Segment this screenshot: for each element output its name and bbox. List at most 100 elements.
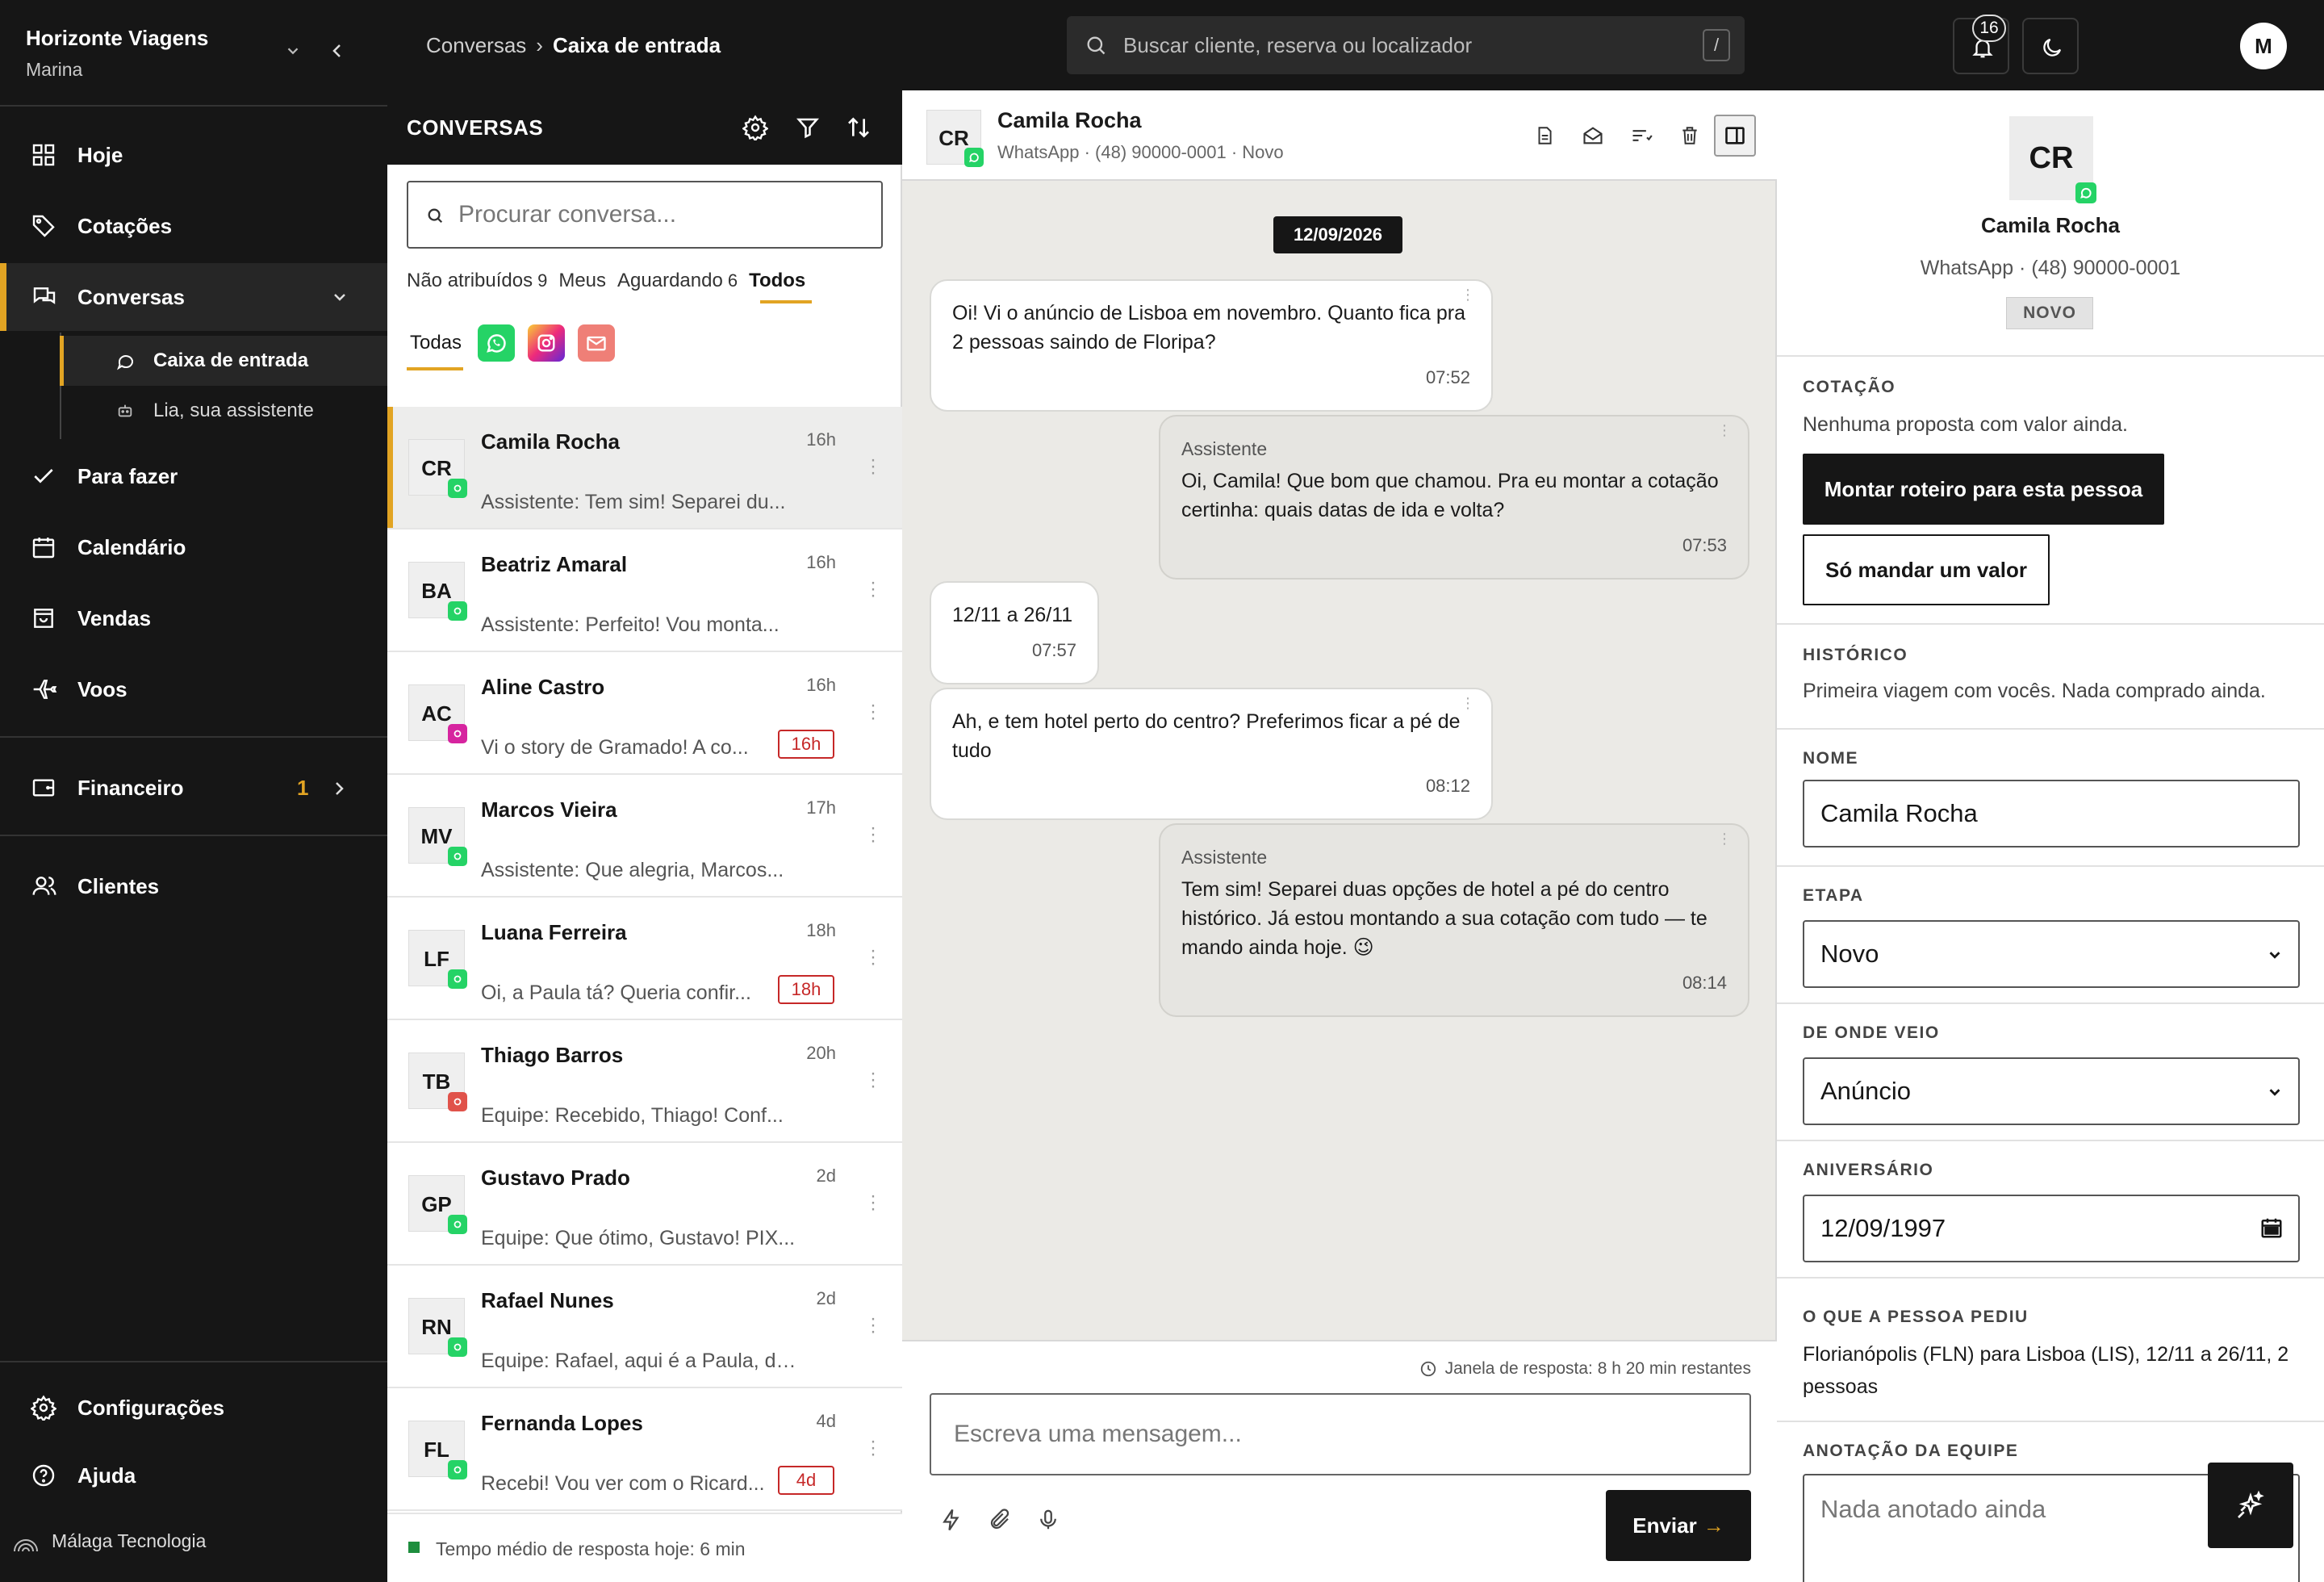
settings-icon[interactable] [742,115,768,140]
filter-icon[interactable] [796,115,820,140]
name-field[interactable]: Camila Rocha [1803,780,2300,848]
instagram-icon[interactable] [528,324,566,362]
conversation-item[interactable]: FL Fernanda Lopes 4d Recebi! Vou ver com o … [387,1388,902,1511]
nav-calendario[interactable]: Calendário [0,513,387,581]
filter-todos[interactable]: Todos [749,270,805,292]
build-itinerary-button[interactable]: Montar roteiro para esta pessoa [1803,454,2164,525]
mark-read-icon[interactable] [1572,115,1614,157]
more-options-icon[interactable]: · · · [870,450,876,483]
conversation-item[interactable]: BA Beatriz Amaral 16h Assistente: Perfeito!… [387,529,902,652]
nav-ajuda[interactable]: Ajuda [0,1442,387,1509]
conversation-name: Luana Ferreira [481,920,627,944]
document-icon[interactable] [1524,115,1565,157]
subnav-caixa-entrada[interactable]: Caixa de entrada [60,336,387,386]
filter-meus[interactable]: Meus [558,270,606,292]
nav-cotacoes[interactable]: Cotações [0,192,387,260]
birthday-value: 12/09/1997 [1820,1214,1946,1242]
more-options-icon[interactable]: · · · [870,696,876,728]
send-price-button[interactable]: Só mandar um valor [1803,534,2050,605]
section-label-historico: HISTÓRICO [1803,646,1908,664]
org-switcher[interactable]: Horizonte Viagens Marina [26,26,208,81]
filter-aguardando[interactable]: Aguardando 6 [617,270,738,292]
birthday-field[interactable]: 12/09/1997 [1803,1195,2300,1262]
breadcrumb-current: Caixa de entrada [552,33,721,57]
global-search-input[interactable]: Buscar cliente, reserva ou localizador / [1067,16,1745,74]
nav-vendas[interactable]: Vendas [0,584,387,652]
composer-area: Janela de resposta: 8 h 20 min restantes… [902,1340,1777,1582]
conversation-item[interactable]: RN Rafael Nunes 2d Equipe: Rafael, aqui é a… [387,1266,902,1388]
chat-panel: CR Camila Rocha WhatsApp · (48) 90000-00… [902,90,1777,1582]
user-avatar[interactable]: M [2240,23,2287,69]
message-menu-icon[interactable]: ⋮ [1461,696,1475,710]
nav-clientes[interactable]: Clientes [0,852,387,920]
message-incoming: Oi! Vi o anúncio de Lisboa em novembro. … [930,279,1493,412]
more-options-icon[interactable]: · · · [870,1064,876,1096]
contact-avatar: RN [408,1298,467,1357]
nav-voos[interactable]: Voos [0,655,387,723]
breadcrumb-parent[interactable]: Conversas [426,33,526,57]
send-button[interactable]: Enviar → [1606,1490,1751,1561]
wallet-icon [31,775,56,801]
nav-para-fazer[interactable]: Para fazer [0,442,387,510]
historico-text: Primeira viagem com vocês. Nada comprado… [1803,680,2266,702]
financeiro-count: 1 [297,776,309,800]
source-select[interactable]: Anúncio [1803,1057,2300,1125]
nav-hoje[interactable]: Hoje [0,121,387,189]
message-menu-icon[interactable]: ⋮ [1717,831,1732,846]
subnav-assistente[interactable]: Lia, sua assistente [60,386,387,436]
whatsapp-icon[interactable] [478,324,516,362]
nav-conversas[interactable]: Conversas [0,263,387,331]
nav-label: Voos [77,677,127,701]
attachment-icon[interactable] [988,1508,1012,1532]
nav-financeiro[interactable]: Financeiro 1 [0,754,387,822]
conversation-item[interactable]: CR Camila Rocha 16h Assistente: Tem sim! Se… [387,407,902,529]
whatsapp-icon [2075,182,2096,203]
response-window-text: Janela de resposta: 8 h 20 min restantes [1444,1359,1751,1378]
sidebar: Horizonte Viagens Marina Hoje Cotações C… [0,0,387,1582]
lightning-icon[interactable] [939,1508,963,1532]
trash-icon[interactable] [1669,115,1711,157]
stage-select[interactable]: Novo [1803,920,2300,988]
contact-avatar: CR [2009,116,2096,203]
message-menu-icon[interactable]: ⋮ [1461,287,1475,302]
channel-filters: Todas [407,324,616,370]
conversation-item[interactable]: MV Marcos Vieira 17h Assistente: Que alegri… [387,775,902,898]
microphone-icon[interactable] [1036,1508,1060,1532]
filter-nao-atribuidos[interactable]: Não atribuídos 9 [407,270,547,292]
collapse-sidebar-icon[interactable] [328,40,347,61]
list-filter-icon[interactable] [1620,115,1662,157]
conversation-item[interactable]: AC Aline Castro 16h Vi o story de Gramado! … [387,652,902,775]
conversation-item[interactable]: LF Luana Ferreira 18h Oi, a Paula tá? Queri… [387,898,902,1020]
more-options-icon[interactable]: · · · [870,1186,876,1219]
conversation-list-header: CONVERSAS [387,90,902,165]
nav-configuracoes[interactable]: Configurações [0,1374,387,1442]
calendar-icon[interactable] [2259,1216,2284,1240]
more-options-icon[interactable]: · · · [870,573,876,605]
more-options-icon[interactable]: · · · [870,818,876,851]
assignment-filters: Não atribuídos 9 Meus Aguardando 6 Todos [407,270,805,292]
chevron-down-icon[interactable] [329,287,350,307]
whatsapp-icon [448,969,467,989]
theme-toggle-button[interactable] [2022,18,2079,74]
contact-avatar: TB [408,1053,467,1111]
conversation-name: Beatriz Amaral [481,552,628,576]
conversation-item[interactable]: GP Gustavo Prado 2d Equipe: Que ótimo, Gust… [387,1143,902,1266]
conversation-search-input[interactable]: Procurar conversa... [407,181,883,249]
toggle-details-panel-icon[interactable] [1714,115,1756,157]
more-options-icon[interactable]: · · · [870,1432,876,1464]
more-options-icon[interactable]: · · · [870,1309,876,1341]
message-input-placeholder: Escreva uma mensagem... [954,1421,1242,1447]
conversation-name: Fernanda Lopes [481,1411,643,1435]
more-options-icon[interactable]: · · · [870,941,876,973]
ai-assistant-button[interactable] [2208,1463,2293,1548]
message-menu-icon[interactable]: ⋮ [1717,423,1732,437]
conversation-item[interactable]: TB Thiago Barros 20h Equipe: Recebido, Thia… [387,1020,902,1143]
message-input[interactable]: Escreva uma mensagem... [930,1393,1751,1475]
email-icon[interactable] [578,324,616,362]
notifications-button[interactable]: 16 [1953,15,2009,74]
channel-filter-all[interactable]: Todas [407,325,465,370]
chevron-down-icon[interactable] [284,42,302,60]
chevron-down-icon [2266,1083,2284,1101]
sort-icon[interactable] [846,115,872,140]
nav-label: Financeiro [77,776,184,800]
